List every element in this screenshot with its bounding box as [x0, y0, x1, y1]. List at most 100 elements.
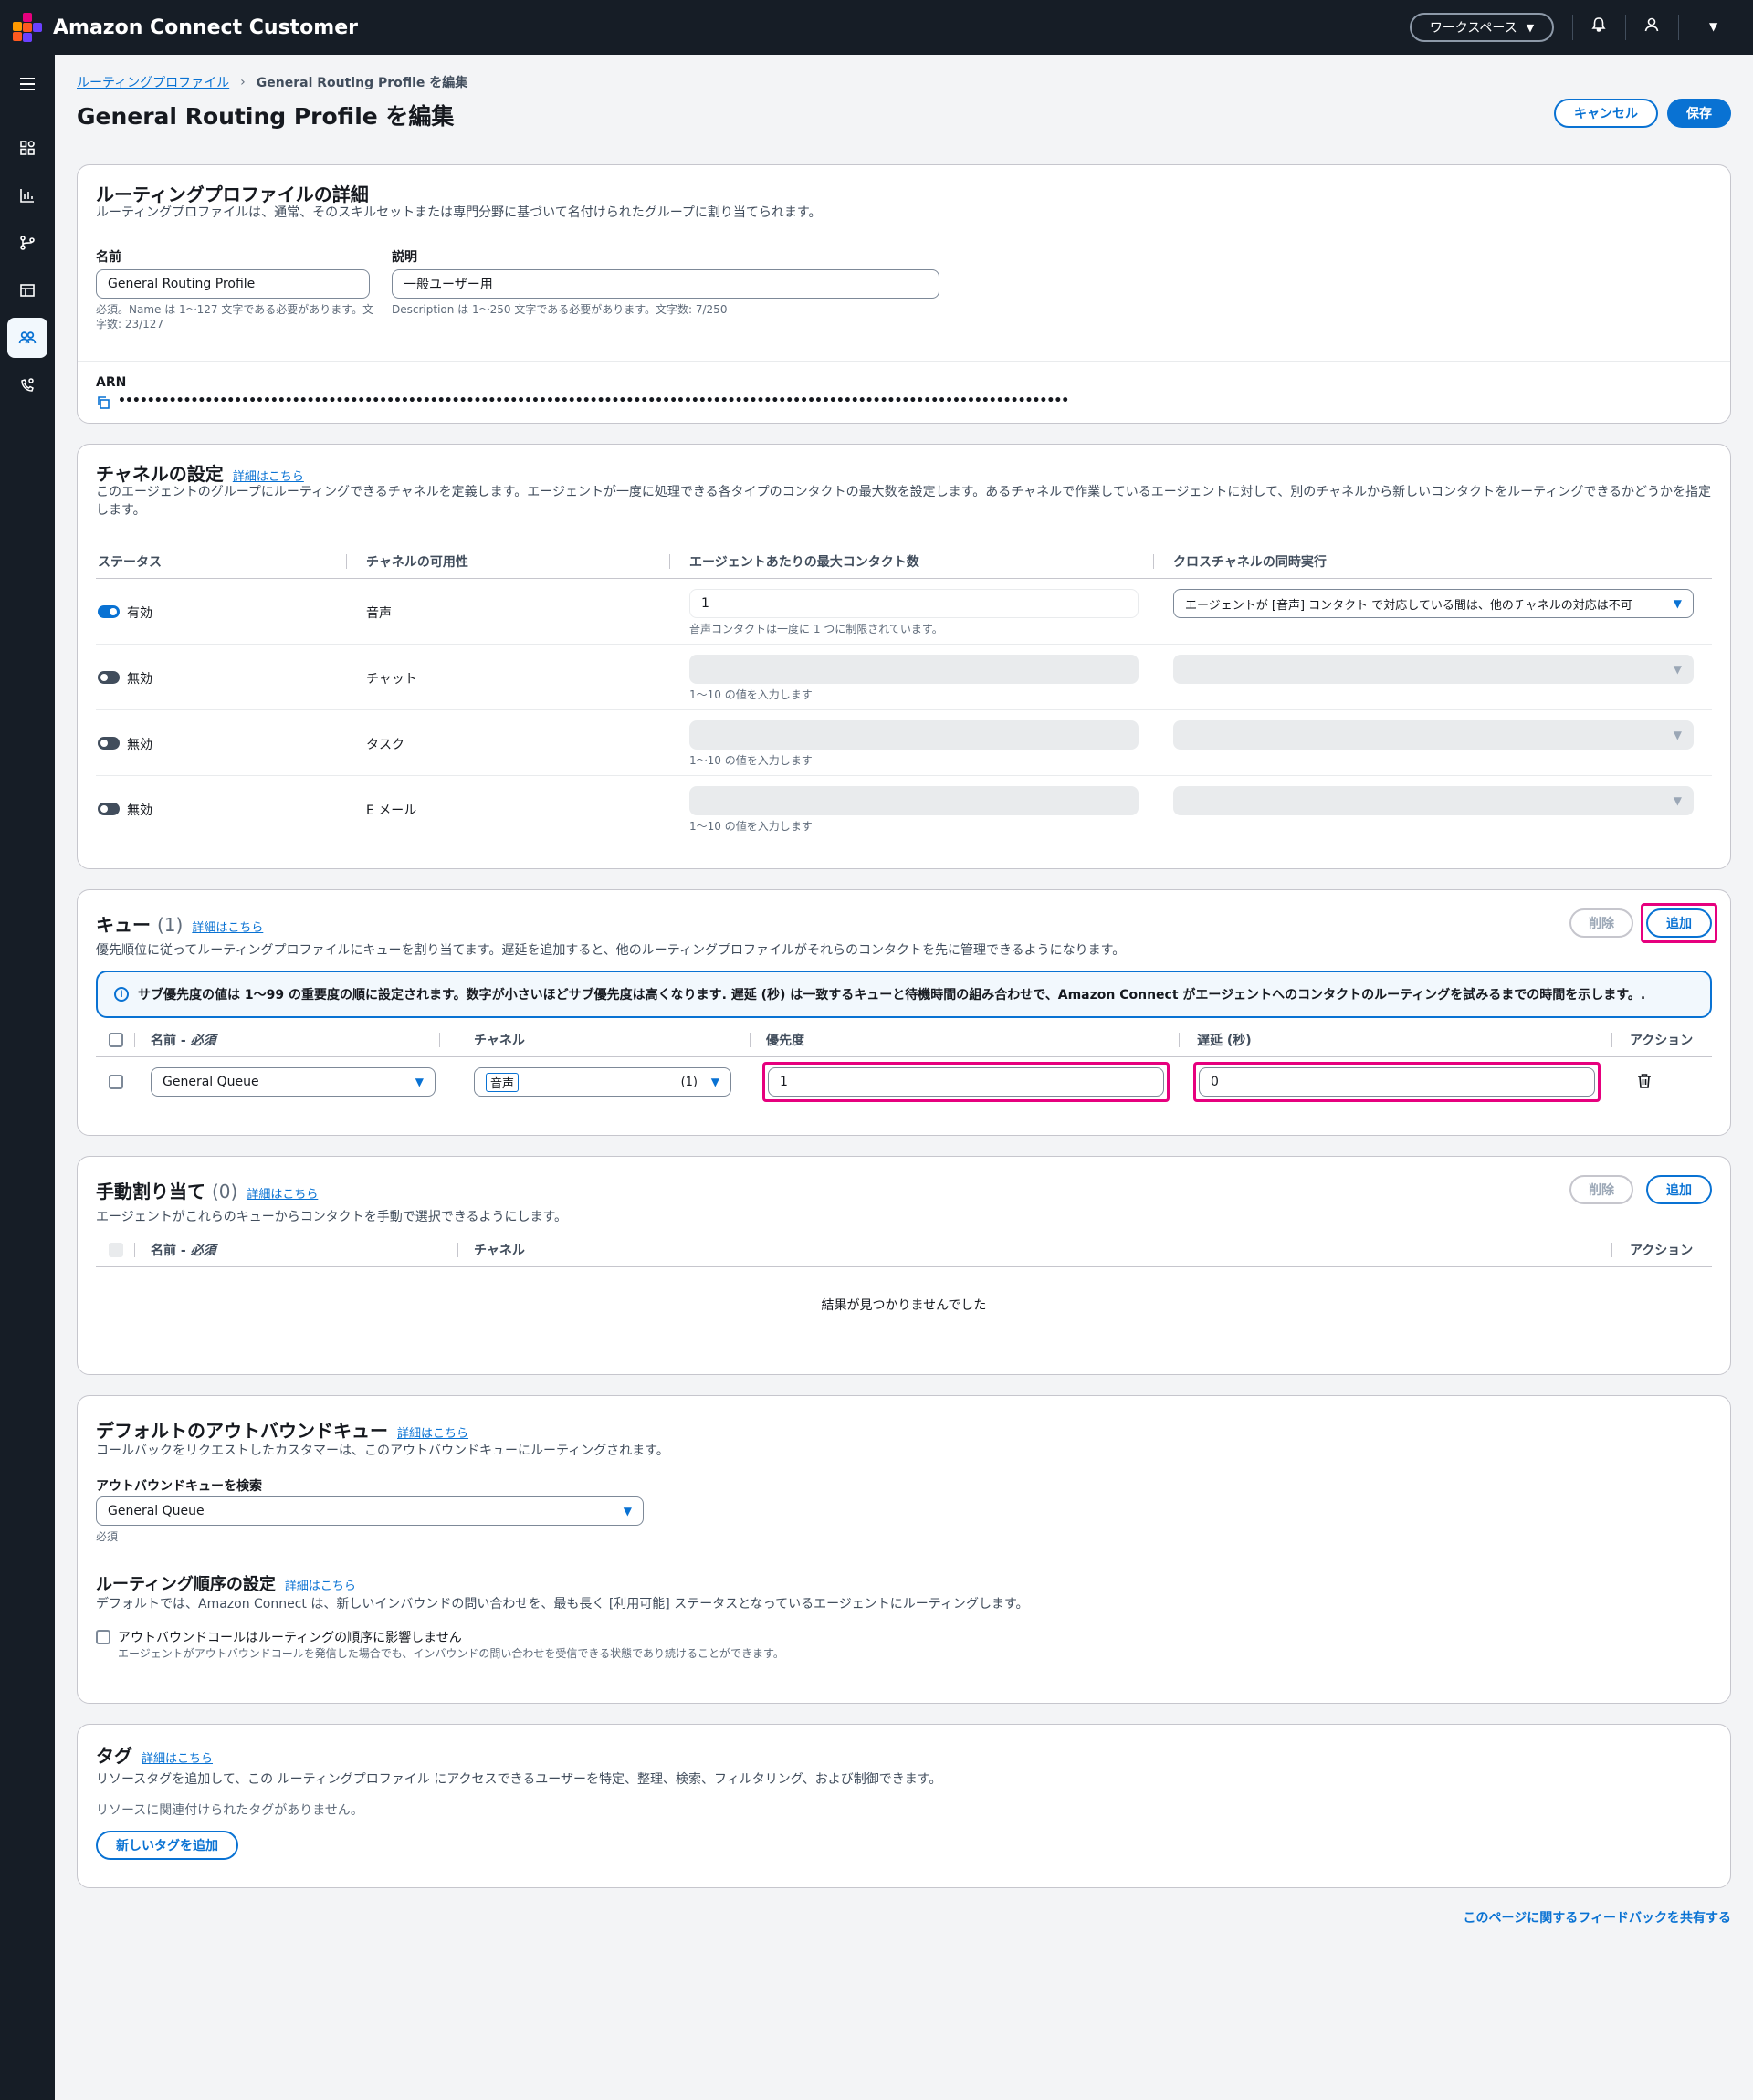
- app-logo[interactable]: Amazon Connect Customer: [13, 13, 358, 42]
- priority-input[interactable]: 1: [768, 1067, 1164, 1097]
- outbound-queue-card: デフォルトのアウトバウンドキュー 詳細はこちら コールバックをリクエストしたカスタ…: [77, 1395, 1731, 1704]
- channels-title: チャネルの設定 詳細はこちら: [96, 459, 304, 486]
- tags-title: タグ 詳細はこちら: [96, 1741, 213, 1768]
- save-button[interactable]: 保存: [1667, 99, 1731, 128]
- delay-input[interactable]: 0: [1199, 1067, 1595, 1097]
- description-label: 説明: [392, 250, 417, 265]
- name-input[interactable]: General Routing Profile: [96, 269, 370, 299]
- max-contacts-task-hint: 1～10 の値を入力します: [689, 754, 813, 767]
- add-queue-button[interactable]: 追加: [1646, 908, 1712, 938]
- divider: [96, 709, 1712, 710]
- status-voice: 有効: [127, 606, 152, 621]
- th-queue-name-text: 名前 -: [151, 1034, 191, 1048]
- trash-icon[interactable]: [1637, 1073, 1652, 1093]
- max-contacts-voice-input[interactable]: 1: [689, 589, 1139, 618]
- tags-description: リソースタグを追加して、この ルーティングプロファイル にアクセスできるユーザー…: [96, 1772, 942, 1787]
- manual-empty-state: 結果が見つかりませんでした: [821, 1298, 987, 1313]
- notification-bell-icon[interactable]: [1590, 16, 1607, 37]
- divider: [669, 554, 670, 569]
- table-layout-icon[interactable]: [7, 270, 47, 310]
- cross-channel-email-select[interactable]: ▼: [1173, 786, 1694, 815]
- th-queue-action: アクション: [1630, 1034, 1694, 1048]
- routing-order-title-text: ルーティング順序の設定: [96, 1575, 276, 1594]
- routing-order-info-link[interactable]: 詳細はこちら: [285, 1580, 356, 1593]
- th-queue-delay: 遅延 (秒): [1197, 1034, 1252, 1048]
- description-input[interactable]: 一般ユーザー用: [392, 269, 939, 299]
- delete-queue-button[interactable]: 削除: [1569, 908, 1633, 938]
- routing-profile-details-card: ルーティングプロファイルの詳細 ルーティングプロファイルは、通常、そのスキルセッ…: [77, 164, 1731, 424]
- divider: [78, 361, 1730, 362]
- channels-description: このエージェントのグループにルーティングできるチャネルを定義します。エージェント…: [96, 485, 1712, 518]
- channel-settings-card: チャネルの設定 詳細はこちら このエージェントのグループにルーティングできるチャネ…: [77, 444, 1731, 869]
- breadcrumb-current: General Routing Profile を編集: [256, 76, 468, 90]
- hamburger-menu-icon[interactable]: [7, 64, 47, 104]
- add-tag-button[interactable]: 新しいタグを追加: [96, 1831, 238, 1860]
- users-group-icon[interactable]: [7, 318, 47, 358]
- tags-info-link[interactable]: 詳細はこちら: [142, 1752, 213, 1766]
- workspace-dropdown[interactable]: ワークスペース ▼: [1410, 13, 1554, 42]
- manual-title: 手動割り当て (0) 詳細はこちら: [96, 1177, 318, 1203]
- add-manual-button[interactable]: 追加: [1646, 1175, 1712, 1204]
- select-all-queues-checkbox[interactable]: [109, 1033, 123, 1047]
- divider: [1625, 15, 1626, 40]
- breadcrumb-routing-profiles-link[interactable]: ルーティングプロファイル: [77, 73, 229, 91]
- divider: [134, 1243, 135, 1257]
- toggle-task[interactable]: [98, 737, 120, 750]
- analytics-chart-icon[interactable]: [7, 175, 47, 215]
- breadcrumb: ルーティングプロファイル › General Routing Profile を…: [77, 73, 467, 91]
- feedback-link[interactable]: このページに関するフィードバックを共有する: [1464, 1908, 1731, 1927]
- cross-channel-voice-select[interactable]: エージェントが [音声] コンタクト で対応している間は、他のチャネルの対応は不…: [1173, 589, 1694, 618]
- queues-alert-text: サブ優先度の値は 1～99 の重要度の順に設定されます。数字が小さいほどサブ優先…: [138, 988, 1646, 1003]
- channel-task: タスク: [366, 738, 404, 752]
- chevron-right-icon: ›: [240, 75, 246, 89]
- phone-routing-icon[interactable]: [7, 365, 47, 405]
- description-hint: Description は 1～250 文字である必要があります。文字数: 7/…: [392, 303, 728, 316]
- manual-info-link[interactable]: 詳細はこちら: [247, 1188, 318, 1202]
- outbound-hint: 必須: [96, 1530, 119, 1543]
- tags-empty-state: リソースに関連付けられたタグがありません。: [96, 1803, 363, 1818]
- divider: [1611, 1033, 1612, 1047]
- menu-caret-down-icon[interactable]: ▼: [1709, 20, 1717, 33]
- cross-channel-task-select[interactable]: ▼: [1173, 720, 1694, 750]
- details-title: ルーティングプロファイルの詳細: [96, 184, 369, 205]
- routing-order-description: デフォルトでは、Amazon Connect は、新しいインバウンドの問い合わせ…: [96, 1597, 1029, 1612]
- outbound-queue-select[interactable]: General Queue ▼: [96, 1496, 644, 1526]
- cross-channel-chat-select[interactable]: ▼: [1173, 655, 1694, 684]
- outbound-order-checkbox[interactable]: [96, 1630, 110, 1644]
- max-contacts-chat-hint: 1～10 の値を入力します: [689, 688, 813, 701]
- channel-email: E メール: [366, 803, 417, 818]
- th-manual-name: 名前 - 必須: [151, 1241, 216, 1259]
- tags-card: タグ 詳細はこちら リソースタグを追加して、この ルーティングプロファイル にアク…: [77, 1724, 1731, 1888]
- toggle-chat[interactable]: [98, 671, 120, 684]
- outbound-order-checkbox-hint: エージェントがアウトバウンドコールを発信した場合でも、インバウンドの問い合わせを…: [118, 1647, 784, 1660]
- cancel-button[interactable]: キャンセル: [1554, 99, 1658, 128]
- workspace-label: ワークスペース: [1429, 21, 1517, 36]
- max-contacts-chat-input[interactable]: [689, 655, 1139, 684]
- routing-order-title: ルーティング順序の設定 詳細はこちら: [96, 1571, 356, 1595]
- queue-row-checkbox[interactable]: [109, 1075, 123, 1089]
- manual-title-text: 手動割り当て: [96, 1181, 205, 1202]
- max-contacts-task-input[interactable]: [689, 720, 1139, 750]
- dashboard-grid-icon[interactable]: [7, 128, 47, 168]
- th-queue-priority: 優先度: [766, 1034, 804, 1048]
- name-label: 名前: [96, 250, 121, 265]
- top-navigation: Amazon Connect Customer ワークスペース ▼ ▼: [0, 0, 1753, 55]
- toggle-email[interactable]: [98, 803, 120, 815]
- user-profile-icon[interactable]: [1643, 16, 1660, 37]
- channels-info-link[interactable]: 詳細はこちら: [233, 470, 304, 484]
- manual-description: エージェントがこれらのキューからコンタクトを手動で選択できるようにします。: [96, 1210, 568, 1224]
- amazon-connect-logo-icon: [13, 13, 42, 42]
- copy-icon[interactable]: [96, 395, 110, 414]
- outbound-order-checkbox-label[interactable]: アウトバウンドコールはルーティングの順序に影響しません: [118, 1628, 462, 1646]
- outbound-info-link[interactable]: 詳細はこちら: [397, 1427, 468, 1441]
- divider: [439, 1033, 440, 1047]
- toggle-voice[interactable]: [98, 605, 120, 618]
- queues-count: (1): [156, 914, 184, 936]
- tags-title-text: タグ: [96, 1745, 132, 1767]
- max-contacts-email-input[interactable]: [689, 786, 1139, 815]
- queues-info-link[interactable]: 詳細はこちら: [192, 921, 263, 935]
- queue-name-select[interactable]: General Queue ▼: [151, 1067, 436, 1097]
- delete-manual-button[interactable]: 削除: [1569, 1175, 1633, 1204]
- flow-routing-icon[interactable]: [7, 223, 47, 263]
- queue-channel-select[interactable]: 音声 (1) ▼: [474, 1067, 731, 1097]
